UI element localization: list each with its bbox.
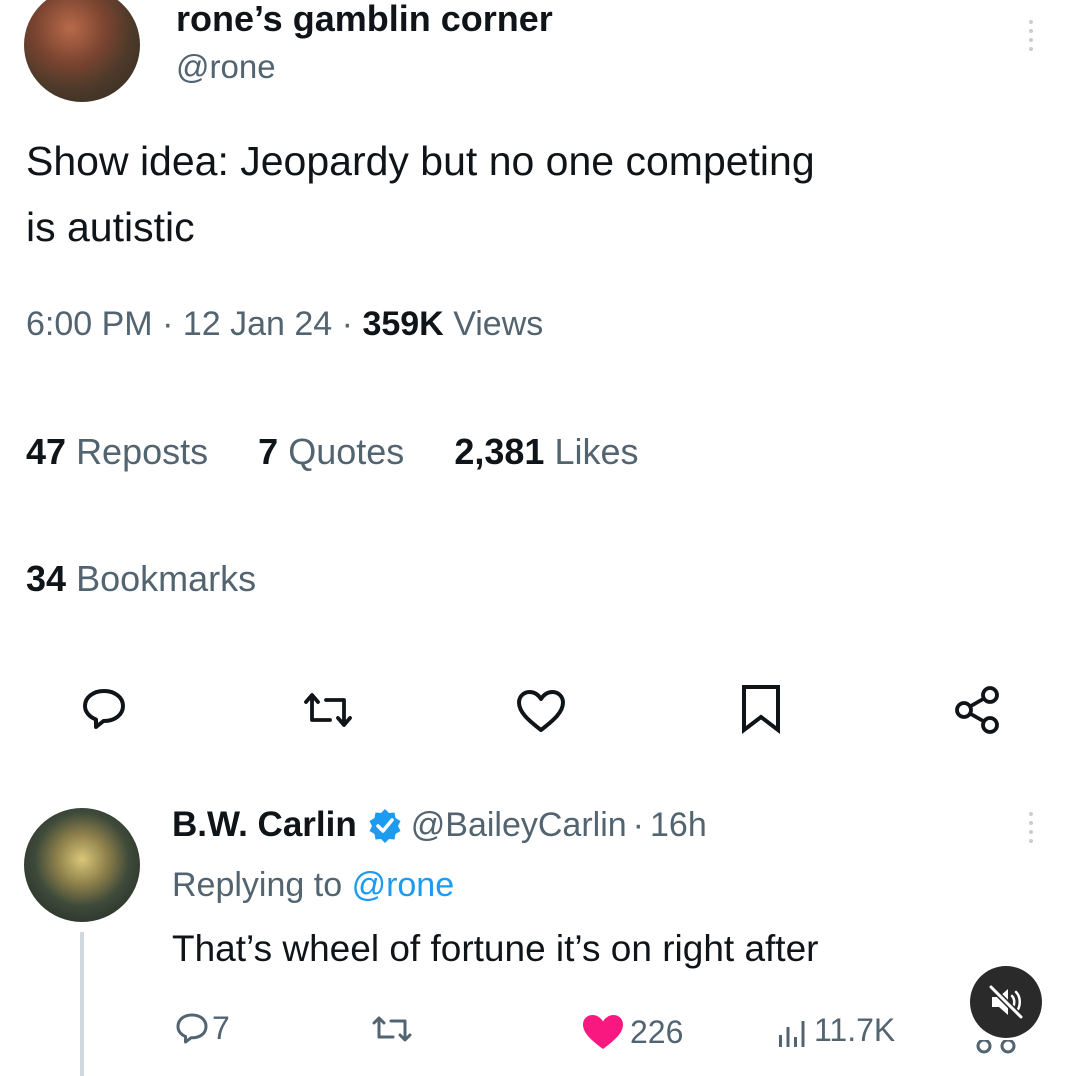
tweet-text-line: is autistic: [26, 204, 195, 250]
replying-prefix: Replying to: [172, 866, 343, 904]
reply-author-name[interactable]: B.W. Carlin: [172, 805, 357, 845]
share-icon[interactable]: [950, 682, 1006, 738]
muted-speaker-icon: [986, 982, 1026, 1022]
repost-icon[interactable]: [300, 690, 356, 730]
separator-dot: ·: [632, 805, 644, 844]
reply-text: That’s wheel of fortune it’s on right af…: [172, 928, 819, 969]
reply-avatar[interactable]: [24, 808, 140, 922]
quotes-count: 7: [258, 431, 279, 472]
tweet-date[interactable]: 12 Jan 24: [183, 305, 332, 343]
separator-dot: ·: [341, 305, 353, 343]
bookmarks-label: Bookmarks: [76, 558, 257, 599]
share-icon-partial[interactable]: [974, 1040, 1022, 1060]
tweet-meta: 6:00 PM · 12 Jan 24 · 359K Views: [26, 305, 543, 344]
replying-handle-link[interactable]: @rone: [352, 866, 455, 904]
reply-view-count: 11.7K: [814, 1012, 896, 1048]
bookmarks-stat[interactable]: 34 Bookmarks: [26, 558, 256, 600]
author-handle[interactable]: @rone: [176, 48, 276, 86]
reply-icon: [174, 1012, 210, 1046]
likes-count: 2,381: [454, 431, 545, 472]
more-options-icon[interactable]: [1026, 20, 1036, 56]
engagement-stats: 47 Reposts 7 Quotes 2,381 Likes: [26, 431, 638, 473]
thread-line: [80, 932, 84, 1076]
reply-count: 7: [212, 1010, 230, 1046]
quotes-stat[interactable]: 7 Quotes: [258, 431, 414, 472]
reply-repost-icon[interactable]: [370, 1014, 414, 1044]
reposts-label: Reposts: [76, 431, 209, 472]
author-name[interactable]: rone’s gamblin corner: [176, 0, 553, 40]
verified-badge-icon: [367, 807, 403, 843]
reply-author-handle[interactable]: @BaileyCarlin: [411, 806, 627, 845]
views-count: 359K: [362, 305, 444, 343]
mute-button[interactable]: [970, 966, 1042, 1038]
tweet-time[interactable]: 6:00 PM: [26, 305, 153, 343]
reply-age[interactable]: 16h: [650, 806, 707, 845]
reply-like-action[interactable]: 226: [580, 1012, 683, 1052]
bookmark-icon[interactable]: [738, 683, 784, 735]
like-icon[interactable]: [514, 688, 568, 734]
reply-more-options-icon[interactable]: [1026, 812, 1036, 848]
quotes-label: Quotes: [288, 431, 405, 472]
reposts-count: 47: [26, 431, 67, 472]
bookmarks-count: 34: [26, 558, 67, 599]
separator-dot: ·: [162, 305, 174, 343]
reply-reply-action[interactable]: 7: [174, 1010, 230, 1047]
views-label: Views: [453, 305, 544, 343]
reposts-stat[interactable]: 47 Reposts: [26, 431, 218, 472]
reply-like-count: 226: [630, 1013, 684, 1050]
views-bar-chart-icon: [776, 1013, 810, 1049]
heart-filled-icon: [580, 1012, 626, 1052]
replying-to: Replying to @rone: [172, 866, 454, 905]
tweet-text-line: Show idea: Jeopardy but no one competing: [26, 138, 815, 184]
reply-views-action[interactable]: 11.7K: [776, 1012, 895, 1049]
reply-icon[interactable]: [80, 686, 128, 732]
author-avatar[interactable]: [24, 0, 140, 102]
reply-header: B.W. Carlin @BaileyCarlin · 16h: [172, 805, 707, 845]
likes-stat[interactable]: 2,381 Likes: [454, 431, 638, 472]
likes-label: Likes: [554, 431, 639, 472]
tweet-text: Show idea: Jeopardy but no one competing…: [26, 128, 1066, 260]
